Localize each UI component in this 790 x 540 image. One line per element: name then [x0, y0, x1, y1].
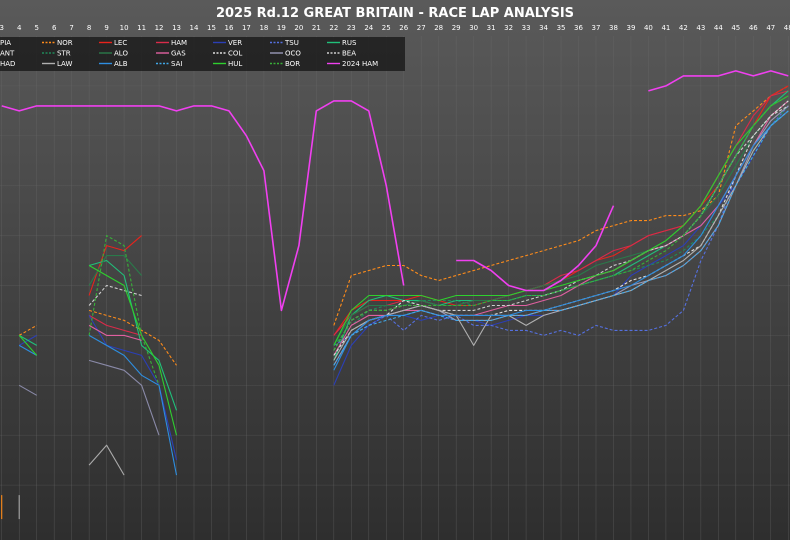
- x-tick-38: 38: [609, 24, 618, 32]
- x-tick-34: 34: [539, 24, 548, 32]
- x-tick-16: 16: [224, 24, 233, 32]
- x-tick-35: 35: [557, 24, 566, 32]
- x-tick-5: 5: [34, 24, 38, 32]
- x-tick-47: 47: [766, 24, 775, 32]
- legend-label-rus: RUS: [342, 39, 357, 47]
- x-tick-31: 31: [487, 24, 496, 32]
- legend-label-law: LAW: [57, 60, 72, 68]
- x-tick-24: 24: [364, 24, 373, 32]
- x-tick-46: 46: [749, 24, 758, 32]
- x-tick-42: 42: [679, 24, 688, 32]
- legend-label-2024-ham: 2024 HAM: [342, 60, 378, 68]
- x-tick-22: 22: [329, 24, 338, 32]
- legend-label-alo: ALO: [114, 50, 128, 58]
- x-tick-32: 32: [504, 24, 513, 32]
- chart-title: 2025 Rd.12 GREAT BRITAIN - RACE LAP ANAL…: [216, 6, 574, 21]
- x-tick-7: 7: [69, 24, 73, 32]
- x-tick-12: 12: [155, 24, 164, 32]
- x-tick-43: 43: [696, 24, 705, 32]
- legend-label-had: HAD: [0, 60, 15, 68]
- x-tick-29: 29: [452, 24, 461, 32]
- x-tick-26: 26: [399, 24, 408, 32]
- legend-label-gas: GAS: [171, 50, 186, 58]
- x-tick-23: 23: [347, 24, 356, 32]
- x-tick-41: 41: [661, 24, 670, 32]
- legend-label-pia: PIA: [0, 39, 11, 47]
- x-tick-33: 33: [522, 24, 531, 32]
- x-tick-9: 9: [104, 24, 108, 32]
- x-tick-40: 40: [644, 24, 653, 32]
- chart-container: 3 4 5 6 7 8 9 10 11 12 13 14 15 16 17 18 19 20 21 22 23 24 25 2…: [0, 0, 790, 540]
- x-tick-13: 13: [172, 24, 181, 32]
- legend-label-ant: ANT: [0, 50, 15, 58]
- legend: PIA NOR LEC HAM VER TSU RUS ANT STR ALO GAS COL OCO B…: [0, 37, 405, 71]
- legend-label-bea: BEA: [342, 50, 356, 58]
- x-tick-10: 10: [120, 24, 129, 32]
- x-tick-21: 21: [312, 24, 321, 32]
- legend-label-sai: SAI: [171, 60, 182, 68]
- legend-label-nor: NOR: [57, 39, 73, 47]
- x-tick-27: 27: [417, 24, 426, 32]
- legend-label-ver: VER: [228, 39, 242, 47]
- x-tick-45: 45: [731, 24, 740, 32]
- legend-label-tsu: TSU: [284, 39, 299, 47]
- legend-label-hul: HUL: [228, 60, 242, 68]
- x-tick-20: 20: [294, 24, 303, 32]
- x-tick-36: 36: [574, 24, 583, 32]
- x-tick-25: 25: [382, 24, 391, 32]
- x-tick-37: 37: [592, 24, 601, 32]
- x-tick-44: 44: [714, 24, 723, 32]
- x-tick-6: 6: [52, 24, 57, 32]
- x-tick-28: 28: [434, 24, 443, 32]
- x-tick-8: 8: [87, 24, 91, 32]
- x-tick-19: 19: [277, 24, 286, 32]
- x-tick-18: 18: [259, 24, 268, 32]
- x-tick-15: 15: [207, 24, 216, 32]
- x-tick-14: 14: [190, 24, 199, 32]
- lap-analysis-chart: 3 4 5 6 7 8 9 10 11 12 13 14 15 16 17 18 19 20 21 22 23 24 25 2…: [0, 0, 790, 540]
- x-tick-4: 4: [17, 24, 22, 32]
- legend-label-lec: LEC: [114, 39, 127, 47]
- x-tick-48: 48: [784, 24, 790, 32]
- legend-label-bor: BOR: [285, 60, 300, 68]
- legend-label-col: COL: [228, 50, 242, 58]
- x-tick-39: 39: [626, 24, 635, 32]
- x-tick-17: 17: [242, 24, 251, 32]
- legend-label-oco: OCO: [285, 50, 301, 58]
- legend-label-str: STR: [57, 50, 71, 58]
- legend-label-ham: HAM: [171, 39, 187, 47]
- x-tick-11: 11: [137, 24, 146, 32]
- x-tick-3: 3: [0, 24, 4, 32]
- x-tick-30: 30: [469, 24, 478, 32]
- legend-label-alb: ALB: [114, 60, 128, 68]
